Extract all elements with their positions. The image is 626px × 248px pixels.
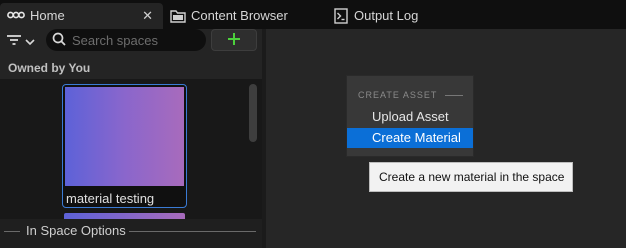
chevron-down-icon [25,34,35,49]
space-thumbnail [65,87,184,186]
menu-item-upload-asset[interactable]: Upload Asset [347,107,473,127]
space-card-label: material testing [66,191,155,206]
tab-home[interactable]: Home ✕ [0,3,163,29]
spaces-toolbar [0,29,262,53]
in-space-options-label: In Space Options [26,223,126,238]
tooltip: Create a new material in the space [369,162,573,192]
in-space-options-section[interactable]: In Space Options [0,219,262,248]
context-menu-header: CREATE ASSET [358,90,438,100]
spaces-logo-icon [7,10,25,20]
space-card[interactable]: material testing [62,84,187,208]
tab-content-browser[interactable]: Content Browser [167,3,317,29]
plus-icon [227,32,241,49]
tab-content-browser-label: Content Browser [191,8,288,23]
tab-output-log[interactable]: Output Log [331,3,451,29]
tab-home-label: Home [30,8,65,23]
tab-bar: Home ✕ Content Browser Output Log [0,0,626,29]
terminal-icon [334,8,348,24]
search-icon [52,32,66,49]
filter-button[interactable] [6,31,40,51]
menu-item-create-material[interactable]: Create Material [347,128,473,148]
divider [4,231,20,232]
spaces-panel: Owned by You material testing In Space O… [0,29,262,248]
section-title-owned: Owned by You [8,61,91,75]
search-box[interactable] [46,29,206,51]
scrollbar-track[interactable] [245,79,262,219]
divider [445,95,463,96]
search-input[interactable] [72,32,196,48]
context-menu: CREATE ASSET Upload Asset Create Materia… [346,75,474,157]
folder-icon [170,9,186,23]
spaces-list: material testing [0,79,245,219]
filter-icon [6,33,22,50]
close-icon[interactable]: ✕ [142,8,153,24]
divider [129,231,256,232]
add-space-button[interactable] [211,29,257,51]
tab-output-log-label: Output Log [354,8,419,23]
scrollbar-thumb[interactable] [249,84,257,142]
